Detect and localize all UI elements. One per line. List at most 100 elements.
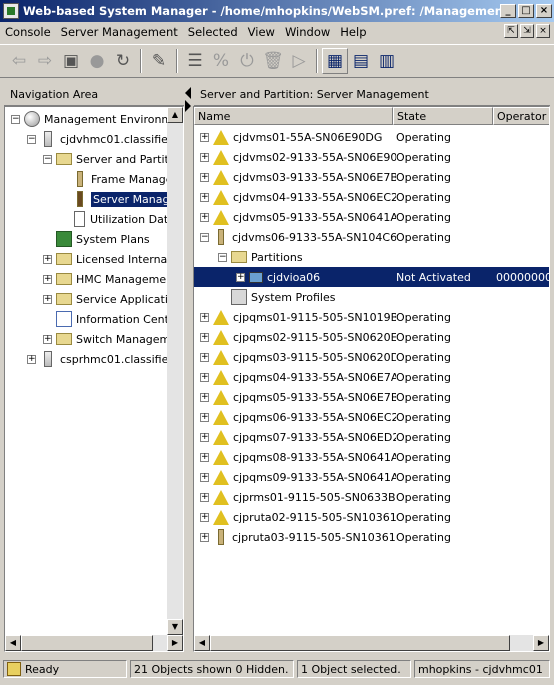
- up-folder-icon[interactable]: ▣: [58, 48, 84, 74]
- expand-icon[interactable]: +: [43, 254, 52, 264]
- expand-icon[interactable]: +: [200, 132, 209, 142]
- collapse-icon[interactable]: −: [11, 114, 20, 124]
- navigation-vertical-scrollbar[interactable]: ▲ ▼: [167, 107, 183, 635]
- title-bar[interactable]: Web-based System Manager - /home/mhopkin…: [0, 0, 554, 22]
- table-row[interactable]: + cjpruta03-9115-505-SN103619A Operating: [194, 527, 549, 547]
- menu-console[interactable]: Console: [0, 25, 56, 39]
- forward-arrow-icon[interactable]: ⇨: [32, 48, 58, 74]
- table-row[interactable]: + cjpqms03-9115-505-SN0620DDAOperating: [194, 347, 549, 367]
- scroll-left-icon[interactable]: ◀: [5, 635, 21, 651]
- tree-view-icon[interactable]: ▤: [348, 48, 374, 74]
- navigation-item[interactable]: Server Managen: [59, 189, 183, 209]
- collapse-icon[interactable]: −: [200, 232, 209, 242]
- refresh-icon[interactable]: ↻: [110, 48, 136, 74]
- run-icon[interactable]: ▷: [286, 48, 312, 74]
- expand-icon[interactable]: +: [200, 452, 209, 462]
- expand-icon[interactable]: +: [200, 152, 209, 162]
- collapse-icon[interactable]: −: [27, 134, 36, 144]
- expand-icon[interactable]: +: [200, 512, 209, 522]
- expand-icon[interactable]: +: [43, 294, 52, 304]
- navigation-item[interactable]: + HMC Management: [43, 269, 177, 289]
- table-row[interactable]: + cjpqms05-9133-55A-SN06E7B... Operating: [194, 387, 549, 407]
- icon-view-icon[interactable]: ▥: [374, 48, 400, 74]
- restore-child-icon[interactable]: ⇱: [504, 24, 518, 38]
- column-header-operator[interactable]: Operator P: [493, 107, 549, 125]
- expand-icon[interactable]: +: [200, 412, 209, 422]
- expand-icon[interactable]: +: [200, 392, 209, 402]
- column-header-name[interactable]: Name: [194, 107, 393, 125]
- stop-icon[interactable]: ●: [84, 48, 110, 74]
- menu-selected[interactable]: Selected: [183, 25, 243, 39]
- table-row[interactable]: − cjdvms06-9133-55A-SN104C65I Operating: [194, 227, 549, 247]
- scroll-thumb[interactable]: [21, 635, 153, 651]
- find-icon[interactable]: ✎: [146, 48, 172, 74]
- table-row[interactable]: + cjpqms08-9133-55A-SN0641A... Operating: [194, 447, 549, 467]
- expand-icon[interactable]: +: [200, 472, 209, 482]
- expand-icon[interactable]: +: [200, 212, 209, 222]
- delete-icon[interactable]: 🗑: [260, 48, 286, 74]
- table-row[interactable]: + cjpqms01-9115-505-SN1019B1A Operating: [194, 307, 549, 327]
- minimize-button[interactable]: _: [500, 4, 516, 18]
- table-row[interactable]: + cjdvms03-9133-55A-SN06E7B... Operating: [194, 167, 549, 187]
- expand-icon[interactable]: +: [200, 532, 209, 542]
- expand-icon[interactable]: +: [43, 274, 52, 284]
- close-button[interactable]: ×: [536, 4, 552, 18]
- navigation-item[interactable]: Information Center a: [43, 309, 183, 329]
- expand-icon[interactable]: +: [200, 372, 209, 382]
- collapse-icon[interactable]: −: [43, 154, 52, 164]
- collapse-icon[interactable]: −: [218, 252, 227, 262]
- expand-icon[interactable]: +: [27, 354, 36, 364]
- expand-icon[interactable]: +: [200, 172, 209, 182]
- table-row[interactable]: + cjpqms07-9133-55A-SN06ED2... Operating: [194, 427, 549, 447]
- expand-icon[interactable]: +: [200, 492, 209, 502]
- scroll-right-icon[interactable]: ▶: [533, 635, 549, 651]
- navigation-item[interactable]: + Switch Management: [43, 329, 183, 349]
- navigation-item[interactable]: − cjdvhmc01.classifiedver: [27, 129, 183, 149]
- scroll-up-icon[interactable]: ▲: [167, 107, 183, 123]
- navigation-item[interactable]: + csprhmc01.classifiedve: [27, 349, 183, 369]
- percent-icon[interactable]: %: [208, 48, 234, 74]
- content-horizontal-scrollbar[interactable]: ◀ ▶: [194, 635, 549, 651]
- navigation-item[interactable]: − Management Environment: [11, 109, 183, 129]
- table-row[interactable]: − Partitions: [194, 247, 549, 267]
- expand-icon[interactable]: +: [43, 334, 52, 344]
- table-row[interactable]: + cjpqms02-9115-505-SN0620ECA Operating: [194, 327, 549, 347]
- navigation-item[interactable]: + Service Applications: [43, 289, 183, 309]
- column-header-state[interactable]: State: [393, 107, 493, 125]
- expand-icon[interactable]: +: [200, 332, 209, 342]
- expand-right-icon[interactable]: [185, 100, 191, 112]
- table-row[interactable]: + cjpqms09-9133-55A-SN0641A... Operating: [194, 467, 549, 487]
- maximize-button[interactable]: □: [518, 4, 534, 18]
- menu-server-management[interactable]: Server Management: [56, 25, 183, 39]
- navigation-item[interactable]: − Server and Partition: [43, 149, 183, 169]
- table-row[interactable]: + cjprms01-9115-505-SN0633B4A Operating: [194, 487, 549, 507]
- table-row[interactable]: + cjpqms06-9133-55A-SN06EC2... Operating: [194, 407, 549, 427]
- expand-icon[interactable]: +: [200, 192, 209, 202]
- scroll-left-icon[interactable]: ◀: [194, 635, 210, 651]
- menu-help[interactable]: Help: [335, 25, 371, 39]
- table-row[interactable]: + cjdvms04-9133-55A-SN06EC2... Operating: [194, 187, 549, 207]
- properties-icon[interactable]: ☰: [182, 48, 208, 74]
- table-row[interactable]: + cjdvms02-9133-55A-SN06E90... Operating: [194, 147, 549, 167]
- expand-icon[interactable]: +: [200, 312, 209, 322]
- power-icon[interactable]: ⏻: [234, 48, 260, 74]
- collapse-left-icon[interactable]: [185, 87, 191, 99]
- menu-window[interactable]: Window: [280, 25, 335, 39]
- tile-child-icon[interactable]: ⇲: [520, 24, 534, 38]
- navigation-item[interactable]: Frame Managen: [59, 169, 179, 189]
- details-view-icon[interactable]: ▦: [322, 48, 348, 74]
- navigation-item[interactable]: + Licensed Internal Co: [43, 249, 183, 269]
- scroll-down-icon[interactable]: ▼: [167, 619, 183, 635]
- table-row[interactable]: + cjpqms04-9133-55A-SN06E7A... Operating: [194, 367, 549, 387]
- navigation-item[interactable]: System Plans: [43, 229, 150, 249]
- table-row[interactable]: System Profiles: [194, 287, 549, 307]
- expand-icon[interactable]: +: [200, 432, 209, 442]
- table-row[interactable]: + cjdvioa06 Not Activated 00000000: [194, 267, 549, 287]
- navigation-item[interactable]: Utilization Data M: [59, 209, 183, 229]
- scroll-thumb[interactable]: [210, 635, 510, 651]
- expand-icon[interactable]: +: [200, 352, 209, 362]
- scroll-right-icon[interactable]: ▶: [167, 635, 183, 651]
- table-row[interactable]: + cjdvms05-9133-55A-SN0641A... Operating: [194, 207, 549, 227]
- table-row[interactable]: + cjdvms01-55A-SN06E90DG Operating: [194, 127, 549, 147]
- close-child-icon[interactable]: ×: [536, 24, 550, 38]
